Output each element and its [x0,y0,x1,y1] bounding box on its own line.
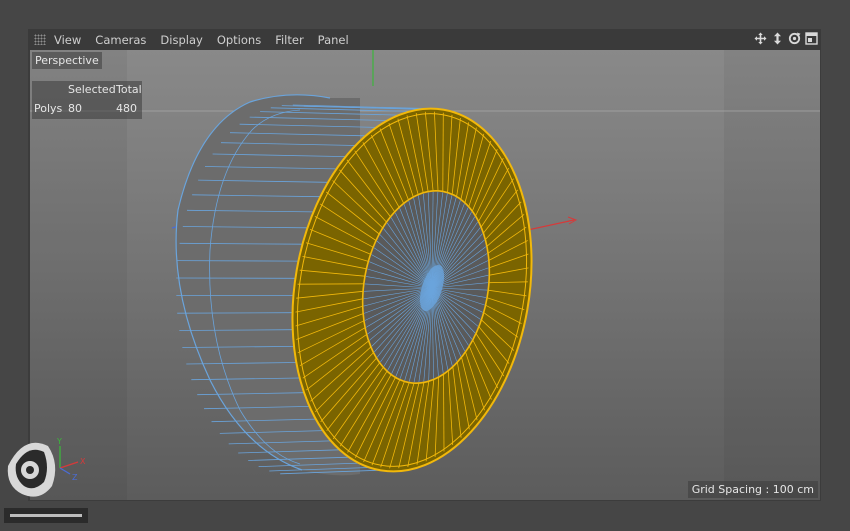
polygon-stats: Selected Total Polys 80 480 [32,81,142,119]
scene-canvas[interactable]: Y X Z [30,50,820,500]
3d-viewport[interactable]: Y X Z Perspective Selected Total Polys 8… [30,50,820,500]
watermark-logo-icon [4,442,88,523]
maximize-panel-icon[interactable] [804,31,819,46]
rotate-view-icon[interactable] [787,31,802,46]
wall-edge [177,260,299,262]
stats-total-header: Total [116,83,142,96]
menu-panel[interactable]: Panel [318,29,349,50]
menu-cameras[interactable]: Cameras [95,29,146,50]
menu-view[interactable]: View [54,29,81,50]
viewport-menu: View Cameras Display Options Filter Pane… [54,29,363,50]
view-navigation-tools [753,31,819,48]
zoom-view-icon[interactable] [770,31,785,46]
menu-options[interactable]: Options [217,29,261,50]
cap-edge [442,112,444,192]
stats-selected-value: 80 [68,102,82,115]
camera-label[interactable]: Perspective [32,52,102,69]
stats-selected-header: Selected [68,83,116,96]
stats-total-value: 480 [116,102,137,115]
stats-row-label: Polys [34,102,63,115]
viewport-menubar: View Cameras Display Options Filter Pane… [28,29,821,50]
grid-spacing-readout: Grid Spacing : 100 cm [687,481,818,498]
wall-edge [177,312,293,314]
cap-edge [443,374,445,452]
menu-display[interactable]: Display [160,29,202,50]
move-view-icon[interactable] [753,31,768,46]
menu-filter[interactable]: Filter [275,29,303,50]
panel-grip-icon[interactable] [34,34,46,45]
